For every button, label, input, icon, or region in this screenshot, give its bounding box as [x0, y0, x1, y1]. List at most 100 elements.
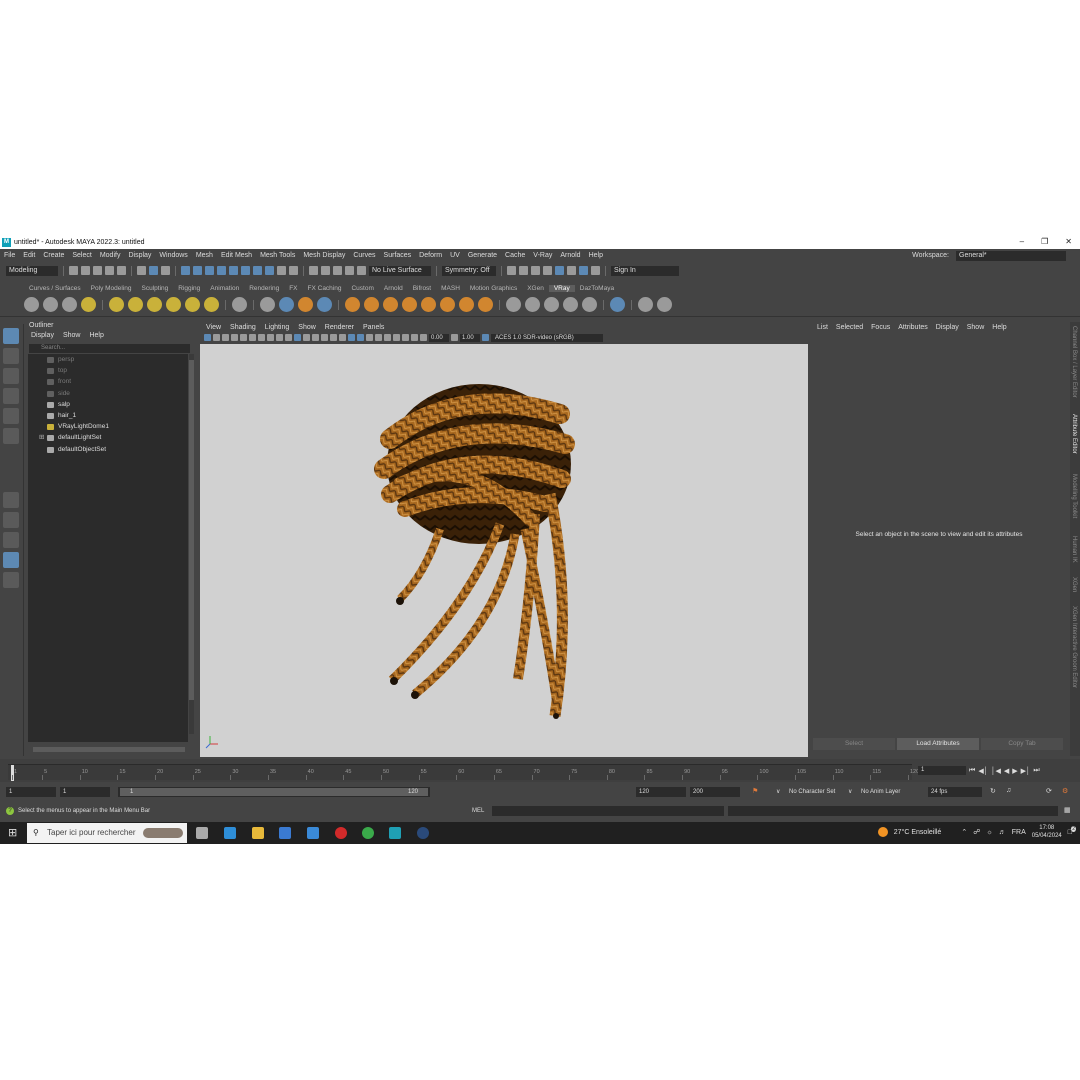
shelf-tab-daztomaya[interactable]: DazToMaya — [575, 285, 619, 292]
xray-icon[interactable] — [393, 334, 400, 341]
sphere-light-icon[interactable] — [147, 297, 162, 312]
anti-alias-icon[interactable] — [366, 334, 373, 341]
language-indicator[interactable]: FRA — [1012, 829, 1026, 836]
render-view-icon[interactable] — [567, 266, 576, 275]
scale-tool-icon[interactable] — [3, 428, 19, 444]
shelf-tab-sculpting[interactable]: Sculpting — [137, 285, 174, 292]
live-surface-field[interactable]: No Live Surface — [369, 265, 431, 276]
menu-edit[interactable]: Edit — [19, 252, 39, 259]
viewport-menu-lighting[interactable]: Lighting — [265, 324, 290, 331]
scene-icon[interactable] — [317, 297, 332, 312]
store-icon[interactable] — [279, 827, 291, 839]
go-to-end-icon[interactable]: ⏭ — [1033, 767, 1039, 775]
shelf-tab-vray[interactable]: VRay — [548, 284, 575, 292]
menu-edit-mesh[interactable]: Edit Mesh — [217, 252, 256, 259]
new-scene-icon[interactable] — [69, 266, 78, 275]
render-settings-icon[interactable] — [543, 266, 552, 275]
menu-curves[interactable]: Curves — [349, 252, 379, 259]
range-slider[interactable]: 1 120 — [118, 787, 430, 797]
ae-menu-list[interactable]: List — [817, 324, 828, 331]
maya-taskbar-icon[interactable] — [389, 827, 401, 839]
search-icon[interactable] — [3, 572, 19, 588]
sun-light-icon[interactable] — [204, 297, 219, 312]
gamma-field[interactable]: 1.00 — [460, 333, 480, 342]
isolate-select-icon[interactable] — [384, 334, 391, 341]
shelf-tab-fx-caching[interactable]: FX Caching — [303, 285, 347, 292]
four-view-icon[interactable] — [3, 512, 19, 528]
end-time-field[interactable]: 200 — [690, 787, 740, 797]
weather-text[interactable]: 27°C Ensoleillé — [894, 829, 942, 836]
ae-menu-attributes[interactable]: Attributes — [898, 324, 928, 331]
exposure-field[interactable]: 0.00 — [429, 333, 449, 342]
snap-edge-icon[interactable] — [253, 266, 262, 275]
close-icon[interactable]: ✕ — [1065, 237, 1072, 246]
file-explorer-icon[interactable] — [252, 827, 264, 839]
safe-action-icon[interactable] — [285, 334, 292, 341]
list-item[interactable]: persp — [28, 354, 188, 365]
bookmark-icon[interactable] — [222, 334, 229, 341]
hair-material-icon[interactable] — [364, 297, 379, 312]
mesh-light-icon[interactable] — [166, 297, 181, 312]
shelf-tab-mash[interactable]: MASH — [436, 285, 465, 292]
outliner-menu-help[interactable]: Help — [89, 332, 103, 342]
ae-load-attributes-button[interactable]: Load Attributes — [897, 738, 979, 750]
shadows-icon[interactable] — [339, 334, 346, 341]
color-space-dropdown[interactable]: ACES 1.0 SDR-video (sRGB) — [491, 333, 603, 342]
preferences-icon[interactable]: ⚙ — [1062, 787, 1068, 795]
ies-light-icon[interactable] — [185, 297, 200, 312]
shelf-tab-motion-graphics[interactable]: Motion Graphics — [465, 285, 522, 292]
palette-icon[interactable] — [582, 297, 597, 312]
select-component-icon[interactable] — [161, 266, 170, 275]
list-item[interactable]: hair_1 — [28, 410, 188, 421]
ambient-occlusion-icon[interactable] — [348, 334, 355, 341]
gamma-icon[interactable] — [451, 334, 458, 341]
wireframe-on-shaded-icon[interactable] — [312, 334, 319, 341]
smooth-shade-icon[interactable] — [303, 334, 310, 341]
xray-joints-icon[interactable] — [402, 334, 409, 341]
menu-modify[interactable]: Modify — [96, 252, 125, 259]
go-to-start-icon[interactable]: ⏮ — [969, 767, 975, 775]
xray-components-icon[interactable] — [411, 334, 418, 341]
redo-icon[interactable] — [117, 266, 126, 275]
anim-layer-icon[interactable]: ∨ — [848, 788, 852, 795]
menu-generate[interactable]: Generate — [464, 252, 501, 259]
image-plane-icon[interactable] — [231, 334, 238, 341]
two-view-icon[interactable] — [3, 532, 19, 548]
minimize-icon[interactable]: – — [1020, 237, 1024, 246]
snap-vertex-icon[interactable] — [265, 266, 274, 275]
color-management-icon[interactable] — [482, 334, 489, 341]
ae-menu-help[interactable]: Help — [992, 324, 1006, 331]
clock[interactable]: 17:08 05/04/2024 — [1032, 824, 1062, 840]
hypershade-icon[interactable] — [555, 266, 564, 275]
windows-start-icon[interactable]: ⊞ — [8, 826, 17, 839]
menu-surfaces[interactable]: Surfaces — [380, 252, 416, 259]
viewport-menu-shading[interactable]: Shading — [230, 324, 256, 331]
pause-icon[interactable] — [591, 266, 600, 275]
sync-icon[interactable]: ⟳ — [1046, 787, 1052, 795]
vray-render-icon[interactable] — [24, 297, 39, 312]
timeline-track[interactable]: 1 5 10 15 20 25 30 35 40 45 50 55 60 65 70 75 80 85 90 95 10… — [8, 764, 919, 781]
list-item[interactable]: salp — [28, 399, 188, 410]
playback-end-field[interactable]: 120 — [636, 787, 686, 797]
viewport-menu-renderer[interactable]: Renderer — [325, 324, 354, 331]
paint-select-tool-icon[interactable] — [3, 368, 19, 384]
proxy-export-icon[interactable] — [279, 297, 294, 312]
viewport-menu-panels[interactable]: Panels — [363, 324, 384, 331]
outliner-menu-display[interactable]: Display — [31, 332, 54, 342]
save-scene-icon[interactable] — [93, 266, 102, 275]
fps-dropdown[interactable]: 24 fps — [928, 787, 982, 797]
menu-set-dropdown[interactable]: Modeling — [6, 265, 58, 276]
gear-shelf-icon[interactable] — [478, 297, 493, 312]
script-editor-icon[interactable]: ▦ — [1064, 806, 1071, 814]
shelf-tab-rigging[interactable]: Rigging — [173, 285, 205, 292]
rotate-tool-icon[interactable] — [3, 408, 19, 424]
task-view-icon[interactable] — [196, 827, 208, 839]
fur-tool-icon[interactable] — [383, 297, 398, 312]
ae-menu-show[interactable]: Show — [967, 324, 985, 331]
menu-file[interactable]: File — [0, 252, 19, 259]
wireframe-icon[interactable] — [294, 334, 301, 341]
tab-xgen[interactable]: XGen — [1071, 577, 1077, 592]
snap-view-icon[interactable] — [217, 266, 226, 275]
list-item[interactable]: defaultObjectSet — [28, 444, 188, 455]
motion-blur-icon[interactable] — [357, 334, 364, 341]
